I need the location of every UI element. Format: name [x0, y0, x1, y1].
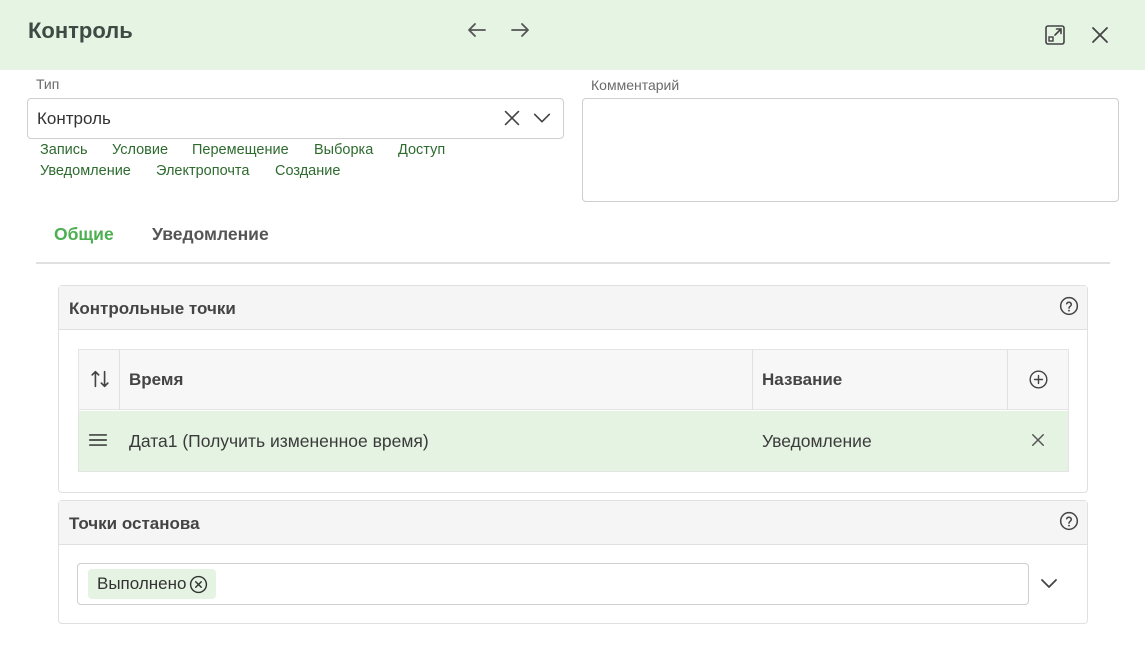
breakpoints-panel: Точки останова Выполнено [58, 500, 1088, 624]
comment-textarea[interactable] [582, 98, 1119, 202]
breakpoints-title: Точки останова [69, 514, 200, 533]
tabs-divider [36, 262, 1110, 264]
column-divider [119, 350, 120, 410]
quick-link-move[interactable]: Перемещение [192, 142, 289, 158]
quick-link-email[interactable]: Электропочта [156, 163, 249, 179]
quick-link-access[interactable]: Доступ [398, 142, 445, 158]
quick-link-selection[interactable]: Выборка [314, 142, 373, 158]
quick-link-notification[interactable]: Уведомление [40, 163, 131, 179]
expand-icon[interactable] [1043, 23, 1067, 47]
column-divider [1007, 350, 1008, 410]
help-icon[interactable] [1059, 296, 1079, 316]
chip-label: Выполнено [97, 574, 187, 593]
quick-link-record[interactable]: Запись [40, 142, 88, 158]
help-icon[interactable] [1059, 511, 1079, 531]
type-label: Тип [36, 76, 60, 92]
delete-icon[interactable] [1029, 431, 1047, 449]
breakpoints-multiselect[interactable]: Выполнено [77, 563, 1029, 605]
comment-label: Комментарий [591, 77, 680, 93]
chevron-down-icon[interactable] [1037, 571, 1061, 595]
chevron-down-icon[interactable] [531, 107, 553, 129]
quick-link-condition[interactable]: Условие [112, 142, 168, 158]
tab-general[interactable]: Общие [54, 224, 114, 245]
dialog-header: Контроль [0, 0, 1145, 70]
tab-notification[interactable]: Уведомление [152, 224, 269, 245]
clear-icon[interactable] [501, 107, 523, 129]
arrow-right-icon[interactable] [508, 18, 532, 42]
row-time: Дата1 (Получить измененное время) [129, 431, 429, 451]
status-chip: Выполнено [88, 569, 217, 599]
remove-chip-icon[interactable] [189, 575, 208, 594]
row-name: Уведомление [762, 431, 872, 451]
dialog-title: Контроль [28, 18, 133, 43]
type-select[interactable]: Контроль [27, 98, 564, 139]
checkpoints-table: Время Название Дата1 (Получить измененно… [78, 349, 1069, 472]
quick-link-creation[interactable]: Создание [275, 163, 340, 179]
table-header: Время Название [79, 350, 1068, 410]
column-header-name[interactable]: Название [762, 370, 842, 390]
add-circle-icon[interactable] [1028, 369, 1049, 390]
close-icon[interactable] [1088, 23, 1112, 47]
sort-icon[interactable] [89, 368, 111, 390]
arrow-left-icon[interactable] [465, 18, 489, 42]
column-divider [752, 350, 753, 410]
breakpoints-panel-header: Точки останова [59, 501, 1087, 545]
drag-handle-icon[interactable] [87, 429, 109, 451]
column-header-time[interactable]: Время [129, 370, 183, 390]
table-row[interactable]: Дата1 (Получить измененное время) Уведом… [79, 411, 1068, 471]
type-select-value: Контроль [37, 109, 111, 128]
checkpoints-title: Контрольные точки [69, 299, 236, 318]
checkpoints-panel-header: Контрольные точки [59, 286, 1087, 330]
checkpoints-panel: Контрольные точки Время Название Дата1 (… [58, 285, 1088, 493]
